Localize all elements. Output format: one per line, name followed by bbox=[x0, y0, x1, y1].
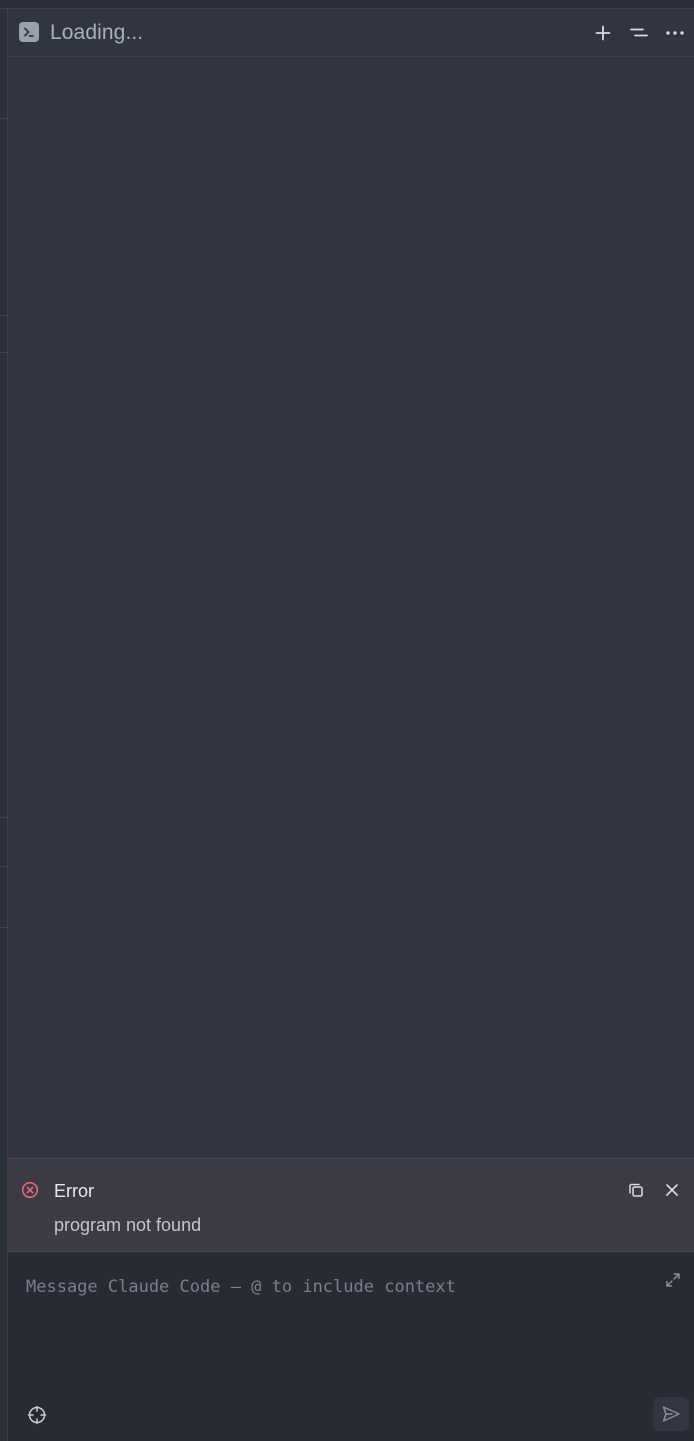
list-icon bbox=[630, 28, 648, 37]
gutter-divider bbox=[0, 315, 8, 316]
message-input[interactable] bbox=[20, 1270, 650, 1380]
gutter-divider bbox=[0, 817, 8, 818]
claude-code-panel: Loading... Error program not found bbox=[8, 9, 694, 1441]
gutter-divider bbox=[0, 118, 8, 119]
close-icon bbox=[666, 1184, 678, 1196]
error-circle-icon bbox=[21, 1181, 39, 1199]
more-horizontal-icon bbox=[666, 31, 684, 35]
window-top-strip bbox=[0, 0, 694, 9]
error-banner: Error program not found bbox=[8, 1158, 694, 1252]
panel-title: Loading... bbox=[50, 21, 144, 44]
more-button[interactable] bbox=[662, 20, 688, 46]
expand-input-button[interactable] bbox=[662, 1269, 684, 1291]
plus-icon bbox=[595, 25, 611, 41]
panel-header: Loading... bbox=[8, 9, 694, 57]
terminal-icon bbox=[19, 22, 39, 42]
copy-icon bbox=[629, 1183, 643, 1197]
crosshair-icon bbox=[27, 1405, 47, 1425]
error-title: Error bbox=[54, 1181, 94, 1201]
send-button[interactable] bbox=[653, 1397, 689, 1431]
new-tab-button[interactable] bbox=[590, 20, 616, 46]
copy-error-button[interactable] bbox=[625, 1179, 647, 1201]
send-icon bbox=[662, 1406, 680, 1422]
message-composer bbox=[8, 1252, 694, 1441]
gutter-divider bbox=[0, 927, 8, 928]
error-message: program not found bbox=[54, 1215, 202, 1235]
expand-icon bbox=[666, 1273, 680, 1287]
dismiss-error-button[interactable] bbox=[661, 1179, 683, 1201]
gutter-divider bbox=[0, 866, 8, 867]
add-context-button[interactable] bbox=[24, 1402, 50, 1428]
terminal-output-area[interactable] bbox=[8, 57, 694, 1158]
tab-list-button[interactable] bbox=[626, 20, 652, 46]
gutter-divider bbox=[0, 352, 8, 353]
left-gutter bbox=[0, 9, 8, 1441]
